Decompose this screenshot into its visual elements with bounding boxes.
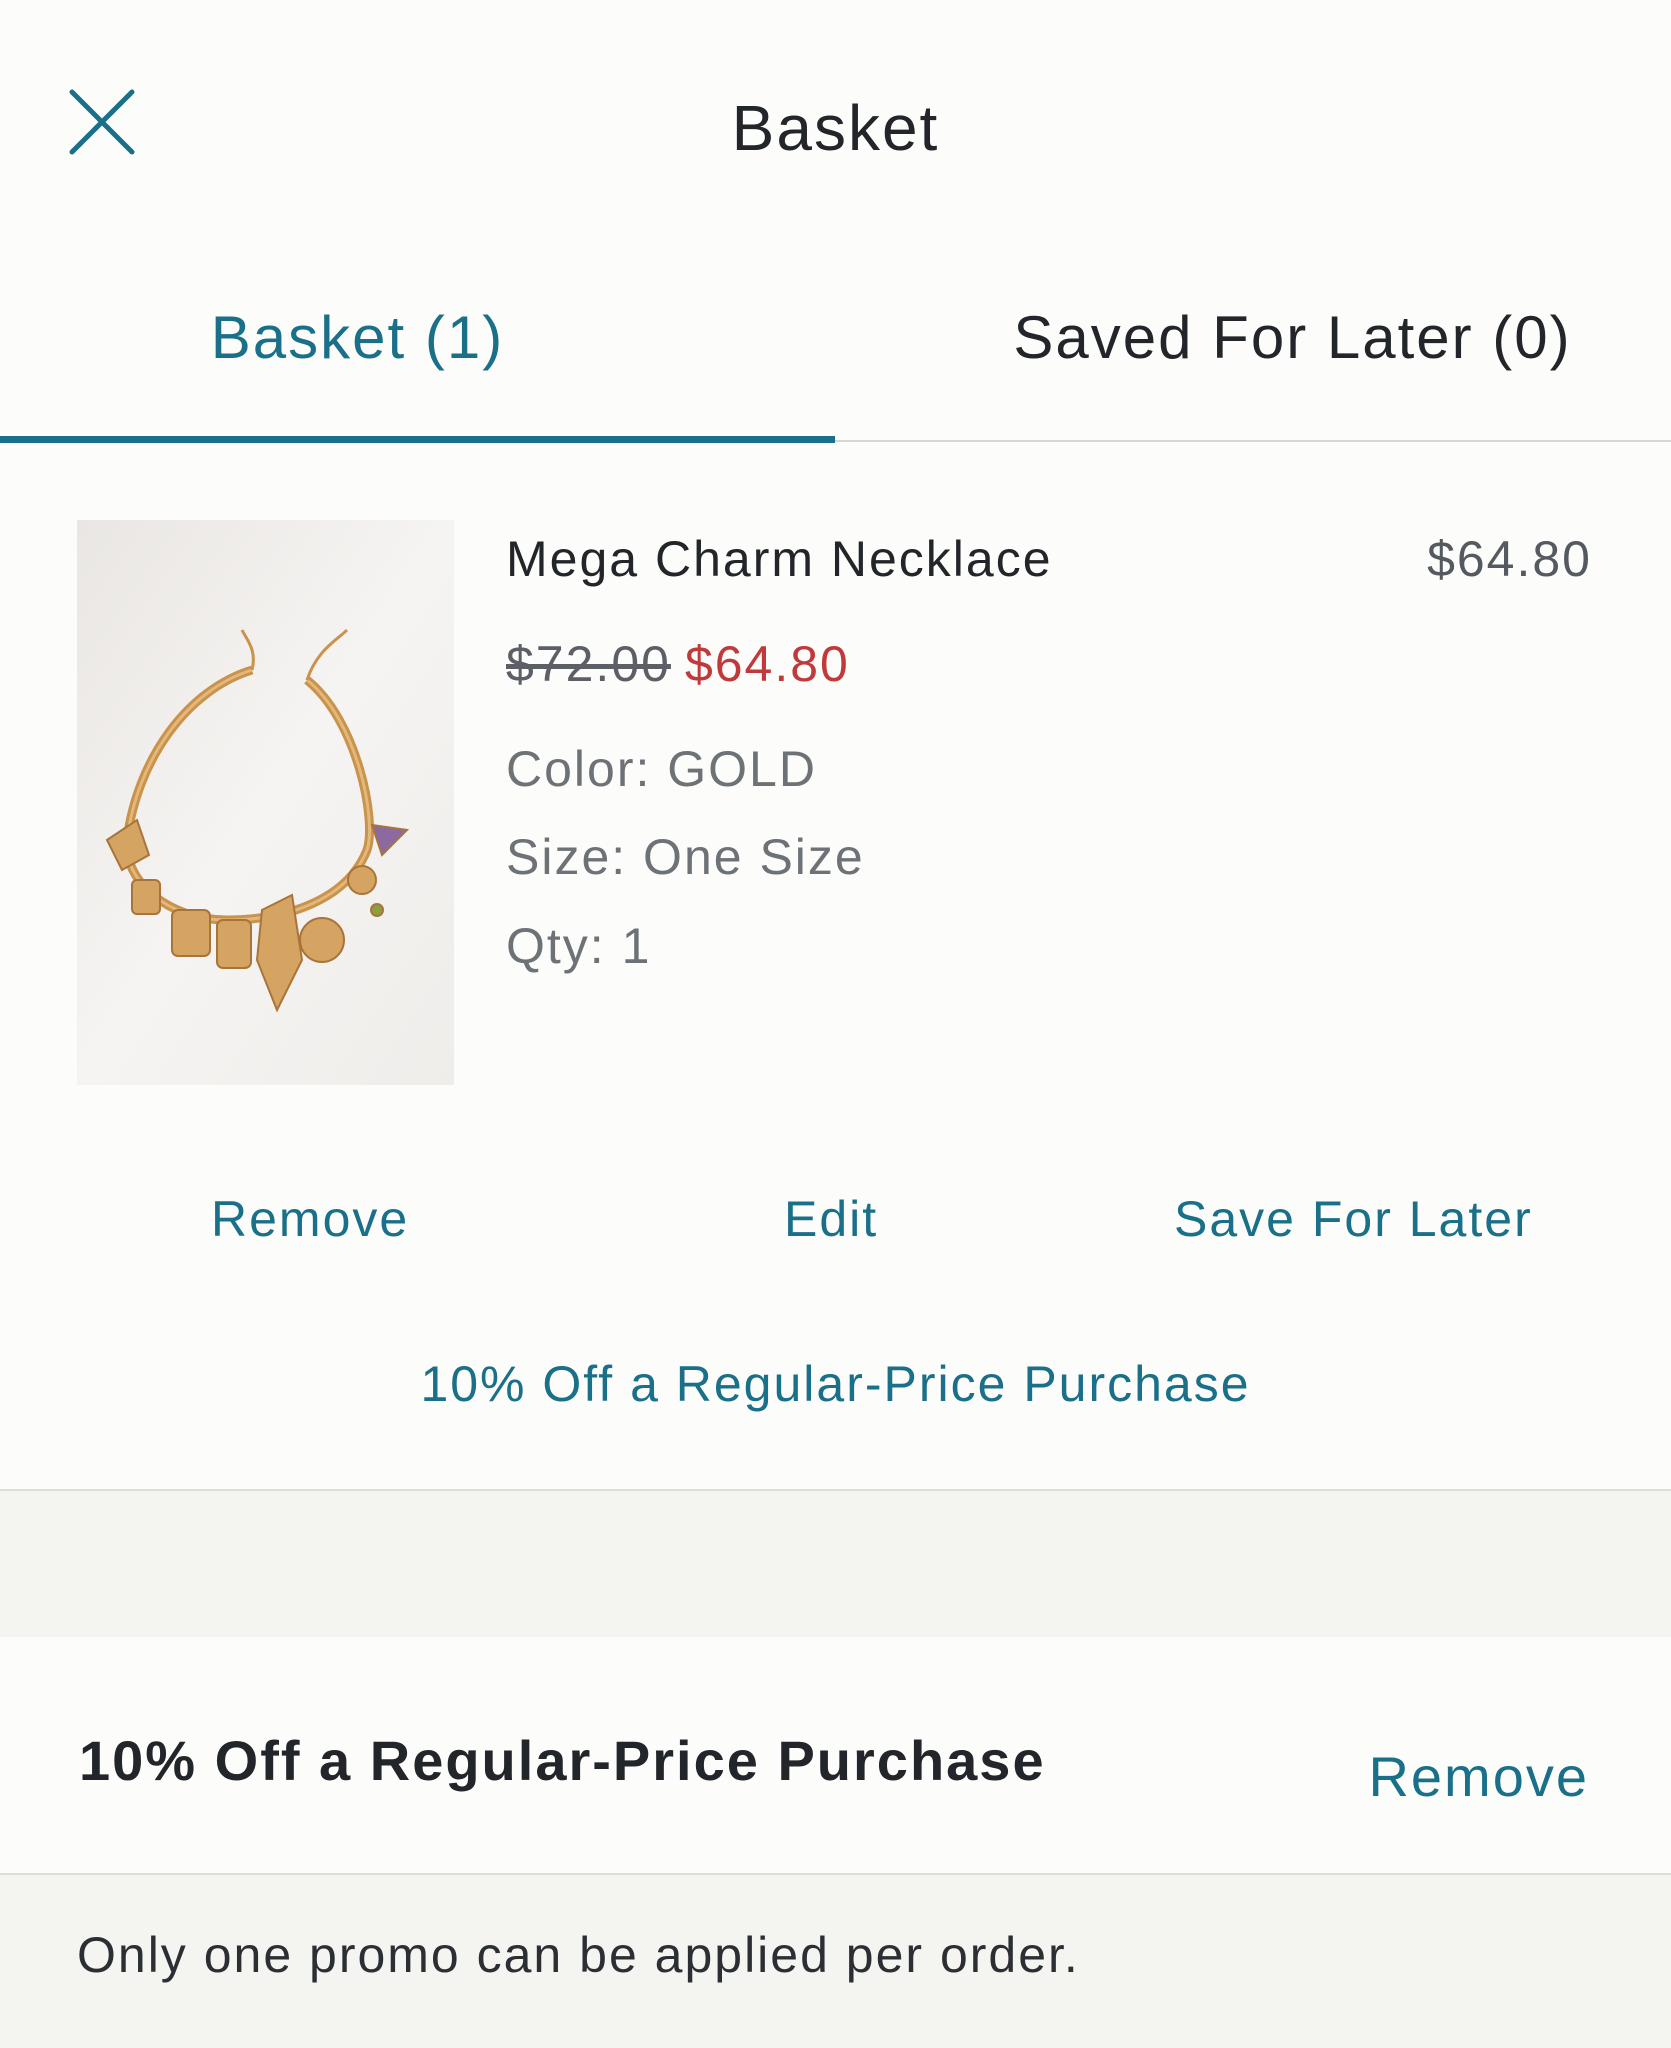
page-title: Basket — [731, 92, 940, 164]
promo-note: Only one promo can be applied per order. — [77, 1927, 1080, 1983]
edit-item-button[interactable]: Edit — [784, 1179, 878, 1259]
sale-price: $64.80 — [684, 636, 850, 692]
line-total: $64.80 — [1427, 531, 1592, 587]
tab-basket-label: Basket (1) — [210, 304, 505, 371]
item-actions: Remove Edit Save For Later — [0, 1179, 1671, 1259]
remove-item-button[interactable]: Remove — [211, 1179, 409, 1259]
save-for-later-button[interactable]: Save For Later — [1174, 1179, 1533, 1259]
active-tab-indicator — [0, 436, 835, 443]
basket-item: Mega Charm Necklace $64.80 $72.00 $64.80 … — [0, 444, 1671, 1489]
basket-page: Basket Basket (1) Saved For Later (0) Me… — [0, 0, 1671, 2048]
necklace-image — [77, 520, 454, 1085]
product-qty: Qty: 1 — [506, 918, 652, 974]
product-size: Size: One Size — [506, 829, 865, 885]
product-image[interactable] — [77, 520, 454, 1085]
section-divider — [0, 1489, 1671, 1637]
tab-bar: Basket (1) Saved For Later (0) — [0, 250, 1671, 443]
promo-note-area: Only one promo can be applied per order. — [0, 1875, 1671, 2048]
header: Basket — [0, 0, 1671, 250]
product-name[interactable]: Mega Charm Necklace — [506, 524, 1053, 594]
tab-saved-for-later-label: Saved For Later (0) — [1013, 304, 1572, 371]
item-promo-link[interactable]: 10% Off a Regular-Price Purchase — [0, 1344, 1671, 1424]
price-row: $72.00 $64.80 — [506, 629, 850, 699]
applied-promo-title: 10% Off a Regular-Price Purchase — [79, 1729, 1046, 1792]
tab-basket[interactable]: Basket (1) — [0, 250, 835, 442]
product-color: Color: GOLD — [506, 741, 817, 797]
applied-promo: 10% Off a Regular-Price Purchase Remove — [0, 1637, 1671, 1875]
tab-saved-for-later[interactable]: Saved For Later (0) — [835, 250, 1670, 442]
original-price: $72.00 — [506, 636, 671, 692]
remove-promo-button[interactable]: Remove — [1368, 1737, 1589, 1817]
